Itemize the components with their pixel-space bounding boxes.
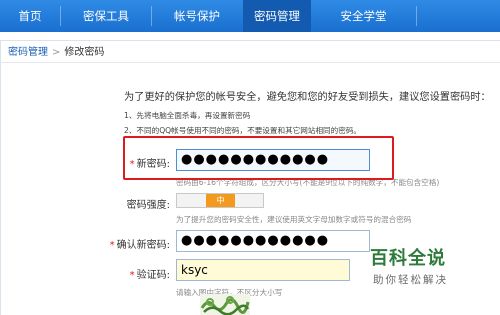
captcha-input[interactable]: ksyc (176, 259, 350, 281)
captcha-image[interactable] (200, 294, 250, 315)
nav-security-school[interactable]: 安全学堂 (311, 0, 416, 32)
breadcrumb-separator: > (52, 47, 61, 58)
required-mark: * (129, 270, 135, 281)
confirm-password-input[interactable]: ●●●●●●●●●●●● (176, 230, 370, 252)
breadcrumb: 密码管理 > 修改密码 (8, 43, 104, 58)
highlight-box (123, 136, 394, 180)
nav-divider (416, 6, 417, 26)
password-strength-meter: 中 (176, 193, 264, 208)
watermark-title: 百科全说 (370, 248, 446, 269)
captcha-label: * 验证码: (129, 270, 170, 281)
security-tip-1: 1、先将电脑全面杀毒，再设置新密码 (124, 111, 251, 120)
baike-watermark: 百科全说 助你轻松解决 (370, 244, 488, 288)
watermark-subtitle: 助你轻松解决 (373, 274, 448, 286)
strength-level-medium: 中 (206, 194, 235, 207)
breadcrumb-password-management[interactable]: 密码管理 (8, 47, 48, 58)
nav-home[interactable]: 首页 (0, 0, 60, 32)
security-notice: 为了更好的保护您的帐号安全，避免您和您的好友受到损失，建议您设置密码时： (124, 92, 491, 103)
confirm-password-label: * 确认新密码: (109, 240, 170, 251)
nav-security-tools[interactable]: 密保工具 (61, 0, 151, 32)
nav-account-protection[interactable]: 帐号保护 (152, 0, 242, 32)
top-navigation: 首页 密保工具 帐号保护 密码管理 安全学堂 (0, 0, 500, 32)
breadcrumb-divider (0, 62, 500, 63)
password-strength-hint: 为了提升您的密码安全性，建议使用英文字母加数字或符号的混合密码 (176, 215, 412, 224)
breadcrumb-current: 修改密码 (64, 47, 105, 58)
security-tip-2: 2、不同的QQ帐号使用不同的密码，不要设置和其它网站相同的密码。 (124, 126, 362, 135)
nav-password-management[interactable]: 密码管理 (243, 0, 311, 32)
password-strength-label: 密码强度: (126, 200, 170, 211)
required-mark: * (109, 240, 115, 251)
